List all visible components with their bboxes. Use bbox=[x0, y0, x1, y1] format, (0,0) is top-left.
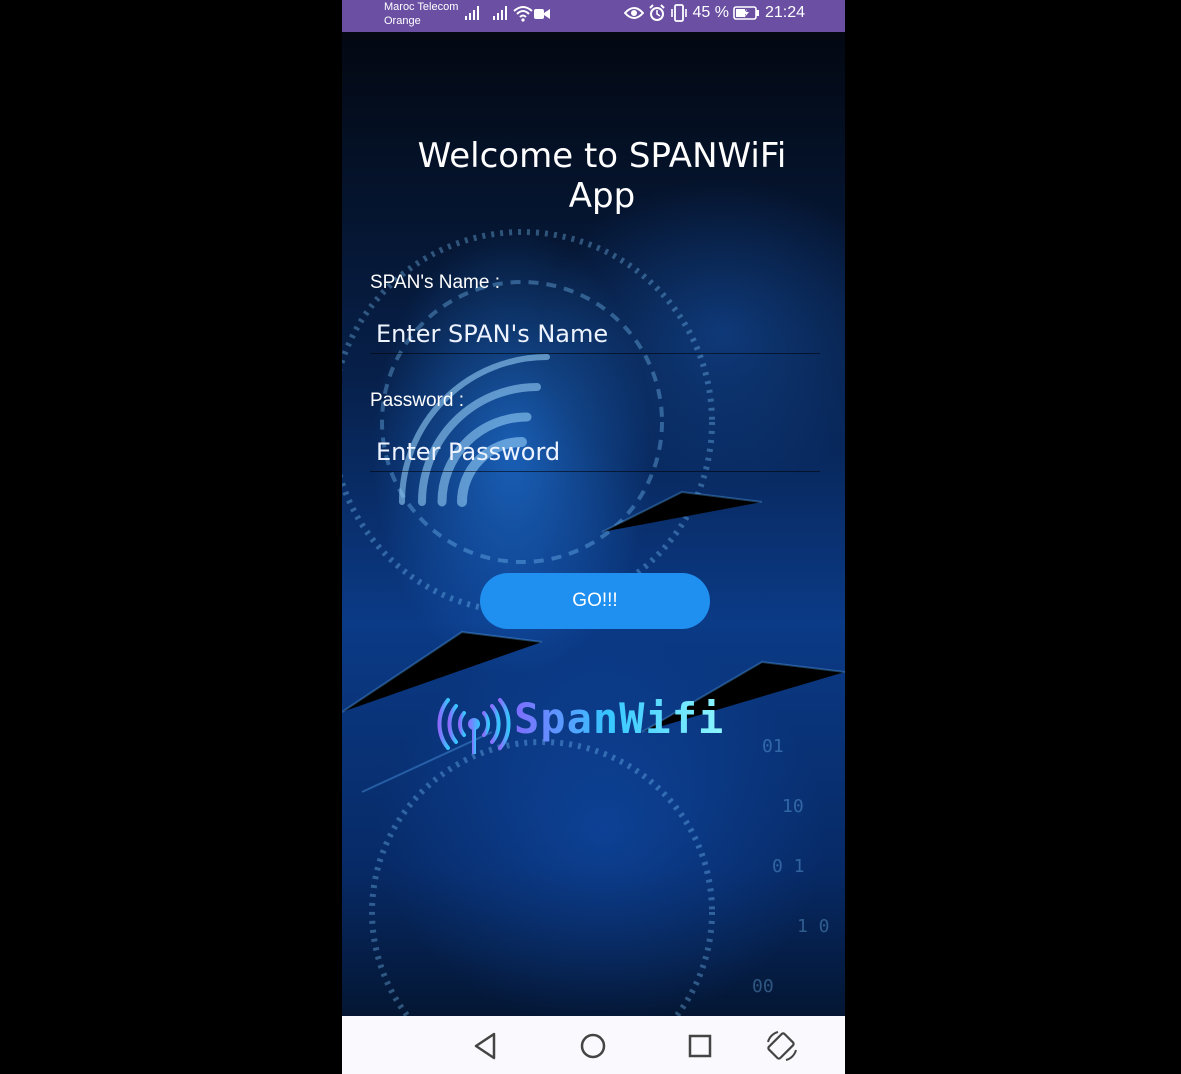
battery-icon bbox=[733, 6, 759, 20]
status-bar: Maroc Telecom Orange 45 % 21:24 bbox=[342, 0, 845, 32]
recents-icon[interactable] bbox=[682, 1028, 718, 1064]
svg-text:0 1: 0 1 bbox=[772, 856, 805, 877]
battery-percent: 45 % bbox=[692, 4, 729, 21]
password-label: Password : bbox=[370, 390, 464, 411]
carrier-1: Maroc Telecom bbox=[384, 1, 459, 13]
svg-text:01: 01 bbox=[762, 736, 784, 757]
home-icon[interactable] bbox=[575, 1028, 611, 1064]
svg-text:00: 00 bbox=[752, 976, 774, 997]
wifi-icon bbox=[513, 6, 533, 22]
name-label: SPAN's Name : bbox=[370, 272, 500, 293]
svg-text:1 0: 1 0 bbox=[797, 916, 830, 937]
welcome-title: Welcome to SPANWiFi App bbox=[417, 136, 787, 216]
back-icon[interactable] bbox=[468, 1028, 504, 1064]
antenna-icon bbox=[437, 698, 511, 754]
vibrate-icon bbox=[671, 4, 688, 22]
login-screen: 01 10 0 1 1 0 00 Welcome to SPANWiFi App SP… bbox=[342, 32, 845, 1016]
navigation-bar bbox=[342, 1016, 845, 1074]
carrier-names: Maroc Telecom Orange bbox=[384, 0, 458, 28]
status-right-group: 45 % 21:24 bbox=[624, 4, 805, 22]
password-input[interactable] bbox=[370, 432, 820, 472]
clock: 21:24 bbox=[764, 4, 805, 21]
rotate-icon[interactable] bbox=[764, 1028, 800, 1064]
signal-icon bbox=[493, 6, 507, 20]
signal-icon bbox=[465, 6, 479, 20]
phone-frame: Maroc Telecom Orange 45 % 21:24 01 10 0 … bbox=[342, 0, 845, 1074]
carrier-2: Orange bbox=[384, 15, 421, 27]
spanwifi-logo: SpanWifi bbox=[434, 686, 744, 766]
alarm-icon bbox=[649, 4, 666, 21]
camera-icon bbox=[534, 9, 550, 19]
eye-icon bbox=[624, 7, 645, 19]
svg-text:10: 10 bbox=[782, 796, 804, 817]
span-name-input[interactable] bbox=[370, 314, 820, 354]
logo-text: SpanWifi bbox=[514, 694, 725, 743]
go-button[interactable]: GO!!! bbox=[480, 573, 710, 629]
